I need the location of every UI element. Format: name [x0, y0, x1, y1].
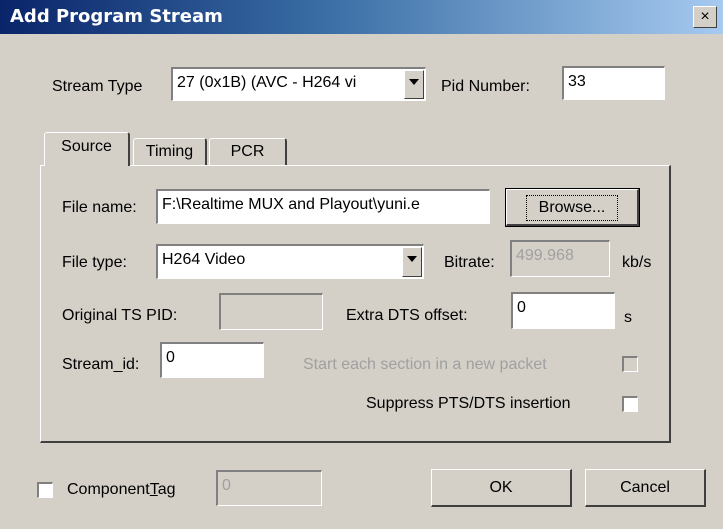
cancel-button[interactable]: Cancel: [585, 469, 706, 507]
component-tag-label: ComponentTag: [67, 480, 176, 500]
browse-button-label: Browse...: [525, 195, 619, 221]
tab-source-label: Source: [61, 138, 112, 155]
original-ts-pid-input: [219, 293, 323, 330]
bitrate-input: 499.968: [510, 240, 610, 277]
bitrate-unit: kb/s: [622, 254, 652, 271]
window-title: Add Program Stream: [10, 6, 223, 27]
original-ts-pid-label: Original TS PID:: [62, 307, 178, 324]
tab-timing[interactable]: Timing: [133, 138, 207, 166]
tab-pcr[interactable]: PCR: [209, 138, 287, 166]
new-packet-label: Start each section in a new packet: [303, 356, 547, 373]
file-type-select[interactable]: H264 Video: [156, 244, 424, 279]
file-name-label: File name:: [62, 199, 137, 216]
file-type-label: File type:: [62, 254, 127, 271]
stream-type-select[interactable]: 27 (0x1B) (AVC - H264 vi: [171, 67, 426, 101]
stream-type-label: Stream Type: [52, 78, 143, 95]
component-tag-input: 0: [216, 470, 322, 506]
cancel-button-label: Cancel: [620, 479, 670, 496]
suppress-pts-dts-checkbox[interactable]: [622, 396, 638, 412]
ok-button-label: OK: [489, 479, 513, 496]
extra-dts-offset-label: Extra DTS offset:: [346, 307, 468, 324]
component-tag-label-start: Component: [67, 481, 150, 498]
tab-source[interactable]: Source: [44, 132, 130, 166]
component-tag-label-end: ag: [157, 481, 176, 498]
chevron-down-icon: [409, 79, 419, 85]
tab-timing-label: Timing: [145, 143, 194, 160]
close-button[interactable]: ×: [693, 6, 717, 28]
ok-button[interactable]: OK: [431, 469, 572, 507]
file-type-dropdown-button[interactable]: [402, 247, 422, 277]
extra-dts-offset-input[interactable]: 0: [511, 292, 615, 329]
stream-type-dropdown-button[interactable]: [404, 70, 424, 99]
pid-number-label: Pid Number:: [441, 78, 530, 95]
close-icon: ×: [700, 8, 710, 25]
pid-number-input[interactable]: 33: [562, 66, 665, 100]
stream-id-label: Stream_id:: [62, 356, 140, 373]
tab-pcr-label: PCR: [230, 143, 265, 160]
new-packet-checkbox: [622, 356, 638, 372]
chevron-down-icon: [407, 256, 417, 262]
stream-type-value: 27 (0x1B) (AVC - H264 vi: [177, 74, 357, 91]
bitrate-label: Bitrate:: [444, 254, 495, 271]
component-tag-checkbox[interactable]: [37, 482, 53, 498]
file-name-input[interactable]: F:\Realtime MUX and Playout\yuni.e: [156, 189, 490, 224]
file-type-value: H264 Video: [162, 251, 246, 268]
extra-dts-offset-unit: s: [624, 309, 632, 326]
browse-button[interactable]: Browse...: [505, 188, 640, 227]
suppress-pts-dts-label: Suppress PTS/DTS insertion: [366, 395, 571, 412]
stream-id-input[interactable]: 0: [160, 342, 264, 378]
component-tag-label-accelerator: T: [149, 481, 158, 498]
